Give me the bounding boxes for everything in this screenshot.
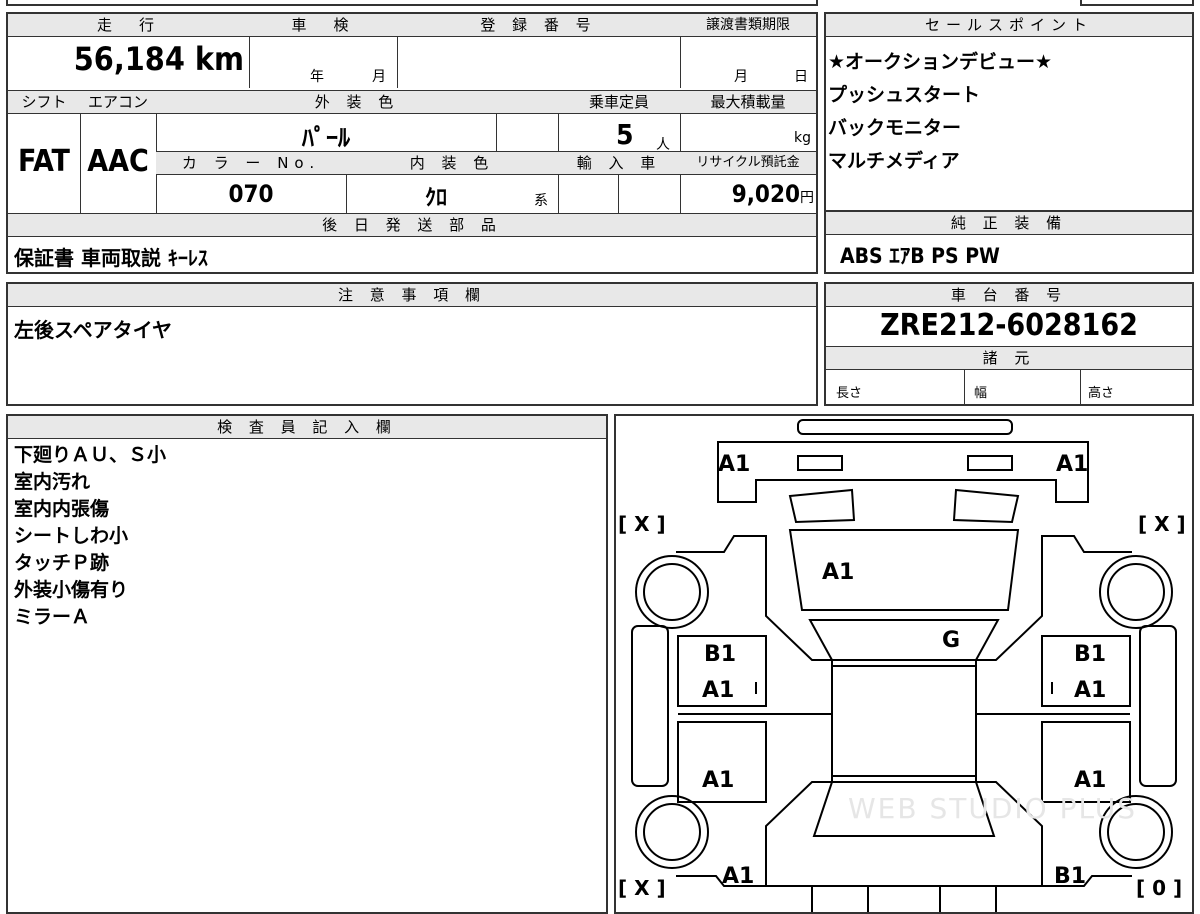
exterior-value: ﾊﾟｰﾙ xyxy=(302,124,350,152)
fog-left xyxy=(797,455,843,471)
mark-fl-door: A1 xyxy=(702,678,735,703)
inspector-line: 外装小傷有り xyxy=(14,579,129,601)
wheel-fl xyxy=(635,555,709,629)
inspector-line: シートしわ小 xyxy=(14,525,129,547)
sales-line: プッシュスタート xyxy=(828,84,981,106)
recycle-amount: 9,020 xyxy=(731,180,800,208)
tire-rr-mark: [ 0 ] xyxy=(1136,876,1183,900)
notes-box: 注 意 事 項 欄 左後スペアタイヤ xyxy=(6,282,818,406)
top-strip xyxy=(6,0,818,6)
capacity-value: 5 xyxy=(616,118,634,151)
tire-fl-mark: [ X ] xyxy=(618,512,666,536)
rear-plate xyxy=(811,885,869,912)
sales-line: バックモニター xyxy=(828,117,962,139)
watermark: WEB STUDIO PLUS xyxy=(848,792,1137,825)
aircon-value: AAC xyxy=(87,144,149,179)
inspector-box: 検 査 員 記 入 欄 下廻りＡＵ、Ｓ小 室内汚れ 室内内張傷 シートしわ小 タ… xyxy=(6,414,608,914)
front-bumper-bar xyxy=(797,419,1013,435)
sales-line: マルチメディア xyxy=(828,150,960,172)
exterior-label: 外 装 色 xyxy=(156,91,559,114)
maxload-unit: kg xyxy=(794,130,811,146)
mileage-unit: km xyxy=(194,40,244,78)
front-bumper xyxy=(717,441,1089,503)
notes-value: 左後スペアタイヤ xyxy=(14,318,172,342)
mark-rear-left: A1 xyxy=(722,864,755,889)
headlight-right xyxy=(952,488,1020,524)
recycle-label: リサイクル預託金 xyxy=(680,152,816,175)
aircon-label: エアコン xyxy=(80,91,157,114)
wheel-rl xyxy=(635,795,709,869)
equipment-label: 純 正 装 備 xyxy=(826,212,1192,235)
wheel-fr xyxy=(1099,555,1173,629)
notes-label: 注 意 事 項 欄 xyxy=(8,284,816,307)
chassis-label: 車 台 番 号 xyxy=(826,284,1192,307)
inspector-line: ミラーＡ xyxy=(14,606,91,628)
mark-fr-door: A1 xyxy=(1074,678,1107,703)
fog-right xyxy=(967,455,1013,471)
recycle-unit: 円 xyxy=(800,190,814,206)
interior-suffix: 系 xyxy=(534,193,548,209)
vehicle-info-table: 走 行 車 検 登 録 番 号 譲渡書類期限 56,184 km 年 月 月 日… xyxy=(6,12,818,274)
mark-hood: A1 xyxy=(822,560,855,585)
transfer-month: 月 xyxy=(734,69,748,85)
tire-fr-mark: [ X ] xyxy=(1138,512,1186,536)
import-label: 輸 入 車 xyxy=(558,152,681,175)
sales-label: セールスポイント xyxy=(826,14,1192,37)
sill-left xyxy=(631,625,669,787)
transfer-label: 譲渡書類期限 xyxy=(680,14,816,37)
inspector-line: 下廻りＡＵ、Ｓ小 xyxy=(14,444,167,466)
inspection-label: 車 検 xyxy=(249,14,398,37)
spec-label: 諸 元 xyxy=(826,347,1192,370)
color-no-label: カ ラ ー No. xyxy=(156,152,347,175)
mark-fr-door-top: B1 xyxy=(1074,642,1107,667)
color-no-value: 070 xyxy=(228,180,274,208)
sill-right xyxy=(1139,625,1177,787)
later-parts-label: 後 日 発 送 部 品 xyxy=(8,214,816,237)
registration-label: 登 録 番 号 xyxy=(397,14,681,37)
mark-front-left: A1 xyxy=(718,452,751,477)
mark-front-right: A1 xyxy=(1056,452,1089,477)
top-strip-right xyxy=(1080,0,1194,6)
inspector-lines: 下廻りＡＵ、Ｓ小 室内汚れ 室内内張傷 シートしわ小 タッチＰ跡 外装小傷有り … xyxy=(14,442,166,631)
shift-value: FAT xyxy=(18,144,70,179)
rear-plate-right xyxy=(939,885,997,912)
car-diagram-box: A1 A1 A1 G B1 A1 B1 A1 A1 A1 A1 B1 [ X ]… xyxy=(614,414,1194,914)
shift-label: シフト xyxy=(8,91,81,114)
windshield xyxy=(808,619,1000,661)
equipment-value: ABS ｴｱB PS PW xyxy=(840,244,1000,268)
mark-rr-door: A1 xyxy=(1074,768,1107,793)
recycle-value: 9,020円 xyxy=(680,180,814,208)
chassis-box: 車 台 番 号 ZRE212-6028162 諸 元 長さ 幅 高さ xyxy=(824,282,1194,406)
later-parts-value: 保証書 車両取説 ｷｰﾚｽ xyxy=(14,246,208,270)
mileage-number: 56,184 xyxy=(73,40,185,78)
interior-value: ｸﾛ xyxy=(424,186,447,211)
length-label: 長さ xyxy=(836,386,863,401)
height-label: 高さ xyxy=(1088,386,1115,401)
chassis-value: ZRE212-6028162 xyxy=(880,308,1138,343)
mileage-label: 走 行 xyxy=(8,14,250,37)
transfer-day: 日 xyxy=(794,69,808,85)
sales-line: ★オークションデビュー★ xyxy=(828,51,1053,73)
mark-windshield: G xyxy=(942,628,961,653)
inspector-line: 室内内張傷 xyxy=(14,498,110,520)
inspection-month: 月 xyxy=(372,69,386,85)
mileage-value: 56,184 km xyxy=(8,40,244,78)
interior-label: 内 装 色 xyxy=(346,152,559,175)
sales-point-box: セールスポイント ★オークションデビュー★ プッシュスタート バックモニター マ… xyxy=(824,12,1194,212)
mark-fl-door-top: B1 xyxy=(704,642,737,667)
inspection-year: 年 xyxy=(310,69,324,85)
maxload-label: 最大積載量 xyxy=(680,91,816,114)
width-label: 幅 xyxy=(974,386,988,401)
inspector-line: 室内汚れ xyxy=(14,471,91,493)
sales-lines: ★オークションデビュー★ プッシュスタート バックモニター マルチメディア xyxy=(828,46,1052,178)
tire-rl-mark: [ X ] xyxy=(618,876,666,900)
equipment-box: 純 正 装 備 ABS ｴｱB PS PW xyxy=(824,210,1194,274)
capacity-label: 乗車定員 xyxy=(558,91,681,114)
mark-rear-right: B1 xyxy=(1054,864,1087,889)
inspector-label: 検 査 員 記 入 欄 xyxy=(8,416,606,439)
mark-rl-door: A1 xyxy=(702,768,735,793)
roof xyxy=(831,665,977,777)
headlight-left xyxy=(788,488,856,524)
inspector-line: タッチＰ跡 xyxy=(14,552,110,574)
